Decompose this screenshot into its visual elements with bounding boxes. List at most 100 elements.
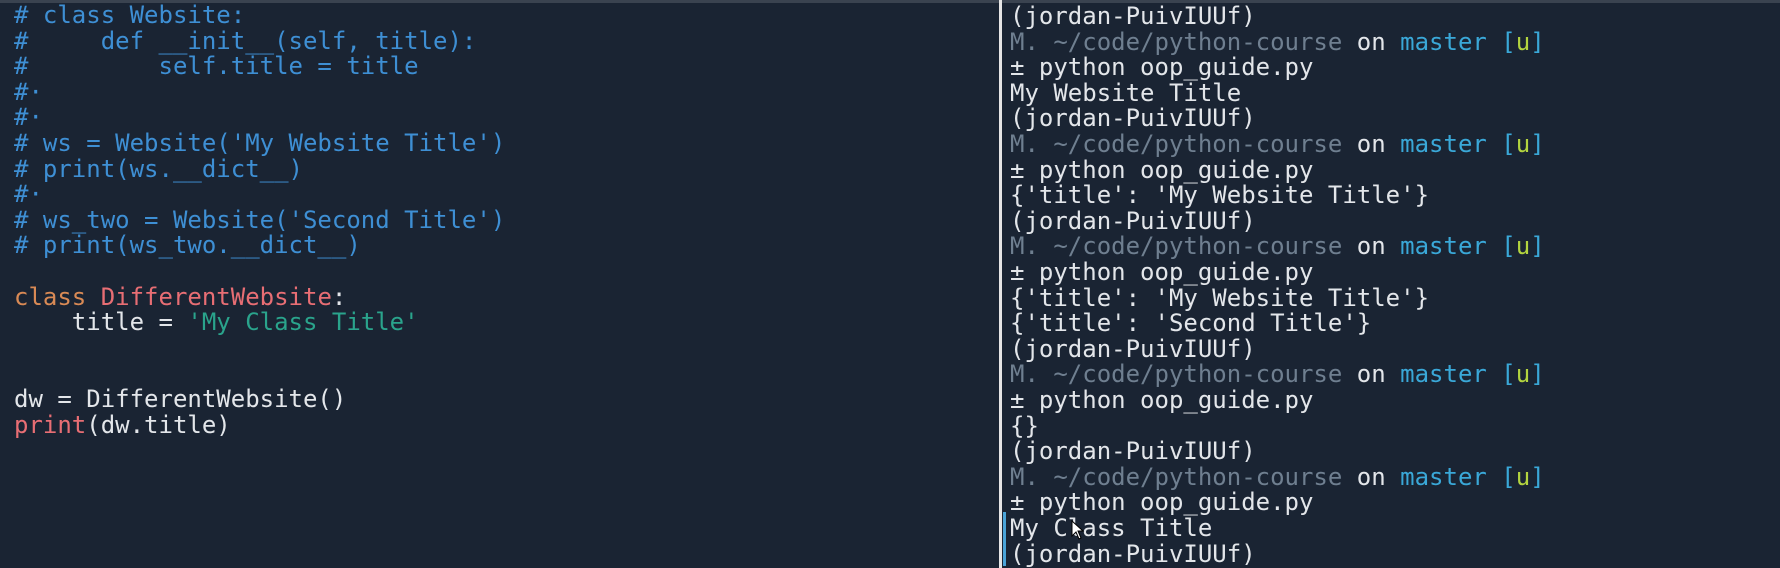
terminal-line: (jordan-PuivIUUf) — [1010, 105, 1256, 131]
code-line-token: #· — [14, 103, 43, 132]
pane-divider[interactable] — [999, 0, 1002, 568]
code-line-token: # def __init__(self, title): — [14, 26, 477, 55]
terminal-line-token: (jordan-PuivIUUf) — [1010, 206, 1256, 235]
terminal-line-token: (jordan-PuivIUUf) — [1010, 104, 1256, 133]
code-line-token: DifferentWebsite — [100, 282, 332, 311]
terminal-line-token: {'title': 'My Website Title'} — [1010, 181, 1430, 210]
terminal-pane[interactable]: (jordan-PuivIUUf) M. ~/code/python-course… — [1003, 0, 1780, 568]
terminal-line-token: u — [1515, 130, 1531, 158]
terminal-line: ± python oop_guide.py — [1010, 54, 1313, 80]
terminal-line: ± python oop_guide.py — [1010, 387, 1313, 413]
terminal-line-token: M. ~/code/python-course — [1010, 360, 1343, 389]
terminal-line-token: ] — [1530, 462, 1545, 491]
terminal-line: ± python oop_guide.py — [1010, 157, 1313, 183]
terminal-line-token: M. ~/code/python-course — [1010, 232, 1343, 261]
code-line-token: #· — [14, 77, 43, 106]
code-line-token: #· — [14, 180, 43, 209]
terminal-line: M. ~/code/python-course on master [u] — [1010, 29, 1545, 55]
code-line-token: 'My Class Title' — [187, 308, 419, 337]
terminal-line-token: ] — [1530, 130, 1545, 158]
mouse-pointer-icon — [1071, 520, 1085, 540]
terminal-line-token: [ — [1486, 130, 1516, 158]
terminal-line-token: master — [1400, 360, 1487, 389]
code-line: # ws_two = Website('Second Title') — [14, 207, 505, 233]
terminal-line-token: [ — [1486, 232, 1516, 261]
code-line-token: print — [14, 410, 87, 439]
terminal-line-token: u — [1515, 232, 1531, 261]
terminal-line-token: (jordan-PuivIUUf) — [1010, 2, 1256, 30]
code-line-token: # class Website: — [14, 1, 246, 29]
code-line-token: # print(ws.__dict__) — [14, 154, 303, 183]
terminal-line-token: master — [1400, 232, 1487, 261]
code-line: # print(ws_two.__dict__) — [14, 232, 361, 258]
code-line-token: title = — [14, 308, 188, 337]
terminal-line: (jordan-PuivIUUf) — [1010, 541, 1256, 567]
terminal-line: M. ~/code/python-course on master [u] — [1010, 131, 1545, 157]
terminal-line-token: master — [1400, 462, 1487, 491]
terminal-line-token: M. ~/code/python-course — [1010, 462, 1343, 491]
terminal-line-token: (jordan-PuivIUUf) — [1010, 539, 1256, 568]
terminal-line-token: [ — [1486, 462, 1516, 491]
terminal-line: (jordan-PuivIUUf) — [1010, 208, 1256, 234]
terminal-line-token: M. ~/code/python-course — [1010, 27, 1343, 56]
terminal-line-token: master — [1400, 27, 1487, 56]
terminal-line-token: ] — [1530, 232, 1545, 261]
code-line: #· — [14, 181, 43, 207]
terminal-line-token: [ — [1486, 27, 1516, 56]
terminal-line: {'title': 'Second Title'} — [1010, 310, 1371, 336]
code-line: # print(ws.__dict__) — [14, 156, 303, 182]
code-line-token: : — [331, 282, 347, 311]
terminal-line: My Class Title — [1010, 515, 1212, 541]
terminal-line-token: master — [1400, 130, 1487, 158]
terminal-line: ± python oop_guide.py — [1010, 259, 1313, 285]
terminal-line-token: ± python oop_guide.py — [1010, 488, 1314, 517]
terminal-line-token: on — [1342, 360, 1401, 389]
terminal-line: M. ~/code/python-course on master [u] — [1010, 233, 1545, 259]
terminal-line-token: (jordan-PuivIUUf) — [1010, 334, 1256, 363]
code-line-token: # ws = Website('My Website Title') — [14, 129, 506, 157]
code-line: class DifferentWebsite: — [14, 284, 346, 310]
terminal-line-token: (jordan-PuivIUUf) — [1010, 437, 1256, 466]
terminal-line-token: ± python oop_guide.py — [1010, 258, 1314, 286]
terminal-line: (jordan-PuivIUUf) — [1010, 3, 1256, 29]
code-line: # class Website: — [14, 2, 245, 28]
code-line: #· — [14, 104, 43, 130]
code-editor-pane[interactable]: # class Website: # def __init__(self, tit… — [0, 0, 999, 568]
terminal-line: (jordan-PuivIUUf) — [1010, 336, 1256, 362]
terminal-line: {'title': 'My Website Title'} — [1010, 182, 1429, 208]
terminal-line-token: ± python oop_guide.py — [1010, 155, 1314, 184]
code-line-token: dw = DifferentWebsite() — [14, 385, 347, 413]
terminal-line: M. ~/code/python-course on master [u] — [1010, 361, 1545, 387]
terminal-line: My Website Title — [1010, 80, 1241, 106]
terminal-cursor — [1003, 512, 1006, 566]
terminal-line-token: ] — [1530, 360, 1545, 389]
code-line: dw = DifferentWebsite() — [14, 386, 346, 412]
terminal-line-token: M. ~/code/python-course — [1010, 130, 1343, 158]
code-line-token: # self.title = title — [14, 52, 419, 81]
terminal-line-token: u — [1515, 27, 1531, 56]
terminal-line-token: ± python oop_guide.py — [1010, 53, 1314, 82]
terminal-line-token: u — [1515, 462, 1531, 491]
terminal-line-token: ± python oop_guide.py — [1010, 386, 1314, 414]
terminal-line: {} — [1010, 413, 1039, 439]
terminal-line-token: My Website Title — [1010, 78, 1242, 107]
terminal-line-token: My Class Title — [1010, 514, 1213, 542]
code-line-token: (dw.title) — [86, 410, 231, 439]
terminal-line-token: {'title': 'My Website Title'} — [1010, 283, 1430, 312]
terminal-line-token: {'title': 'Second Title'} — [1010, 309, 1372, 338]
code-line: print(dw.title) — [14, 412, 231, 438]
code-line: # ws = Website('My Website Title') — [14, 130, 505, 156]
terminal-line: (jordan-PuivIUUf) — [1010, 438, 1256, 464]
code-line: # def __init__(self, title): — [14, 28, 476, 54]
terminal-line: {'title': 'My Website Title'} — [1010, 285, 1429, 311]
code-line-token: # print(ws_two.__dict__) — [14, 231, 361, 260]
terminal-line: ± python oop_guide.py — [1010, 489, 1313, 515]
terminal-line-token: on — [1342, 462, 1401, 491]
code-line-token: # ws_two = Website('Second Title') — [14, 205, 506, 234]
terminal-line: M. ~/code/python-course on master [u] — [1010, 464, 1545, 490]
terminal-line-token: on — [1342, 232, 1401, 261]
code-line-token: class — [14, 282, 101, 311]
terminal-line-token: {} — [1010, 411, 1039, 440]
terminal-line-token: on — [1342, 27, 1401, 56]
code-line: #· — [14, 79, 43, 105]
